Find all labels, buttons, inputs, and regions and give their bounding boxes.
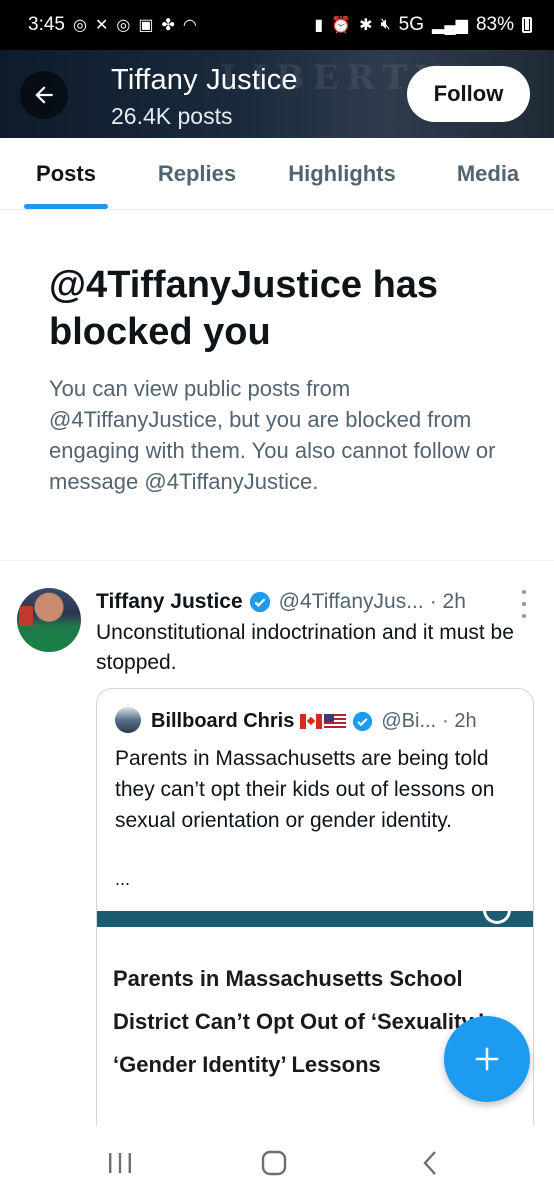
profile-header: LIBERTY Tiffany Justice 26.4K posts Foll… (0, 50, 554, 138)
canada-flag-icon (300, 713, 323, 729)
system-nav-bar (0, 1126, 554, 1200)
network-label: 5G (398, 14, 425, 35)
us-flag-icon (324, 713, 347, 729)
quote-text: Parents in Massachusetts are being told … (115, 747, 495, 832)
back-arrow-icon (35, 86, 53, 104)
tweet-author-name[interactable]: Tiffany Justice (96, 590, 243, 614)
system-back-button[interactable] (410, 1146, 450, 1180)
instagram-icon: ◎ (72, 17, 87, 34)
blocked-title: @4TiffanyJustice has blocked you (49, 264, 439, 353)
verified-badge-icon (249, 591, 271, 613)
tab-highlights[interactable]: Highlights (272, 138, 412, 210)
status-right: ▮ ⏰ ✱ 🔇︎ 5G ▂▄▆ 83% (314, 14, 532, 36)
recent-apps-button[interactable] (100, 1146, 140, 1180)
tab-media[interactable]: Media (440, 138, 536, 210)
profile-tabs: Posts Replies Highlights Media (0, 138, 554, 210)
recent-apps-icon (109, 1153, 131, 1173)
tweet-header: Tiffany Justice @4TiffanyJus... · 2h (96, 588, 466, 616)
battery-saver-icon: ▮ (314, 17, 324, 34)
news-icon: ▣ (138, 17, 154, 34)
status-left: 3:45 ◎ ✕ ◎ ▣ ✤ ◠ (28, 14, 197, 36)
divider (0, 560, 554, 561)
quote-avatar (115, 707, 141, 733)
pinwheel-icon: ✤ (161, 17, 175, 34)
quote-flags (300, 713, 347, 729)
quote-header: Billboard Chris @Bi... · 2h (151, 707, 477, 735)
instagram-icon-2: ◎ (116, 17, 131, 34)
home-icon (261, 1150, 287, 1176)
article-banner-circle (483, 909, 511, 924)
tweet-text: Unconstitutional indoctrination and it m… (96, 621, 514, 674)
bluetooth-icon: ✱ (359, 17, 373, 34)
avatar[interactable] (17, 588, 81, 652)
quote-author-handle: @Bi... (381, 709, 437, 732)
more-options-icon[interactable] (518, 590, 530, 618)
active-tab-indicator (24, 204, 108, 209)
signal-icon: ▂▄▆ (432, 17, 468, 34)
quote-author-name: Billboard Chris (151, 709, 295, 732)
back-button[interactable] (20, 71, 68, 119)
quote-time: · 2h (442, 709, 477, 732)
quote-ellipsis: ... (115, 869, 131, 889)
follow-button[interactable]: Follow (407, 66, 530, 122)
home-button[interactable] (254, 1146, 294, 1180)
header-title: Tiffany Justice (111, 64, 298, 96)
article-banner (97, 909, 533, 927)
status-time: 3:45 (28, 14, 65, 35)
blocked-description: You can view public posts from @4Tiffany… (49, 376, 496, 494)
alarm-icon: ⏰ (331, 17, 352, 34)
tab-replies[interactable]: Replies (140, 138, 254, 210)
tab-posts[interactable]: Posts (14, 138, 118, 210)
status-bar: 3:45 ◎ ✕ ◎ ▣ ✤ ◠ ▮ ⏰ ✱ 🔇︎ 5G ▂▄▆ 83% (0, 0, 554, 50)
header-post-count: 26.4K posts (111, 103, 233, 129)
verified-badge-icon (352, 711, 373, 732)
battery-icon (522, 17, 532, 33)
compose-plus-icon (475, 1047, 499, 1071)
back-icon (423, 1151, 436, 1175)
battery-percent: 83% (475, 14, 514, 35)
tweet-author-handle[interactable]: @4TiffanyJus... (279, 590, 424, 614)
tweet-time: · 2h (429, 590, 466, 613)
mute-icon: 🔇︎ (380, 16, 391, 33)
wifi-icon: ◠ (182, 17, 197, 34)
compose-button[interactable] (444, 1016, 530, 1102)
avatar-flag (19, 606, 33, 626)
x-icon: ✕ (94, 17, 109, 34)
